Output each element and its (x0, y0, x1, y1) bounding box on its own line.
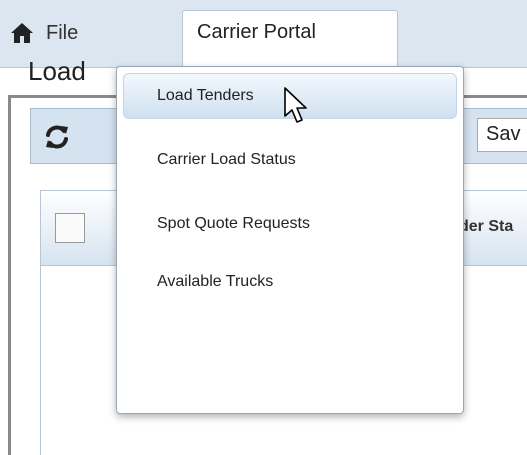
file-menu[interactable]: File (40, 12, 84, 54)
home-button[interactable] (8, 12, 36, 54)
mouse-cursor-icon (284, 87, 307, 123)
refresh-button[interactable] (41, 121, 73, 153)
refresh-icon (46, 125, 68, 149)
menu-item-available-trucks[interactable]: Available Trucks (123, 259, 457, 305)
column-header-status[interactable]: der Sta (459, 218, 513, 236)
app-window: File Carrier Portal Load Sav der Sta Loa… (0, 0, 527, 455)
select-all-checkbox[interactable] (55, 213, 85, 243)
tab-carrier-portal[interactable]: Carrier Portal (182, 10, 398, 68)
page-title: Load (28, 56, 86, 86)
home-icon (11, 23, 33, 43)
menu-item-carrier-load-status[interactable]: Carrier Load Status (123, 137, 457, 183)
save-button[interactable]: Sav (477, 118, 527, 152)
menu-item-spot-quote-requests[interactable]: Spot Quote Requests (123, 201, 457, 247)
